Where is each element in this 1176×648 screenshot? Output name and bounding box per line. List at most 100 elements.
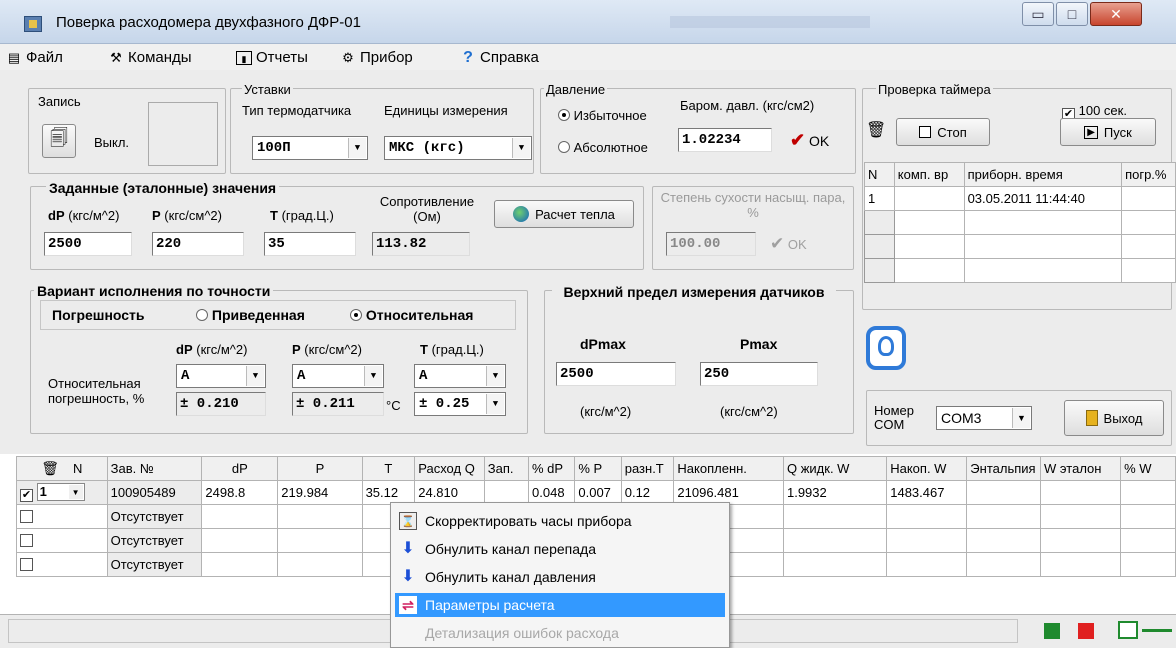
barom-ok-label: OK — [808, 133, 830, 149]
table-row[interactable] — [864, 258, 1176, 283]
t-error-value: ± 0.25 — [419, 396, 470, 412]
cell-accw: 1483.467 — [886, 480, 968, 505]
meters-col-pdp[interactable]: % dP — [528, 456, 576, 481]
menu-item-reset-diff[interactable]: ⬇ Обнулить канал перепада — [395, 537, 725, 561]
meters-col-serial[interactable]: Зав. № — [106, 456, 203, 481]
meters-col-n[interactable]: 🗑 N — [16, 456, 108, 481]
close-button[interactable]: ✕ — [1090, 2, 1142, 26]
play-icon: ▶ — [1084, 125, 1098, 139]
timer-col-err: погр.% — [1121, 162, 1176, 187]
trash-icon[interactable]: 🗑 — [866, 120, 886, 140]
meters-col-dp[interactable]: dP — [201, 456, 279, 481]
dpmax-input[interactable]: 2500 — [556, 362, 676, 386]
menu-file-label: Файл — [26, 49, 63, 66]
timer-col-comp: комп. вр — [893, 162, 965, 187]
meters-header-row: 🗑 N Зав. № dP P T Расход Q Зап. % dP % P … — [16, 456, 1176, 481]
row-checkbox[interactable]: ✔ — [20, 488, 33, 502]
menu-device[interactable]: ⚙ Прибор — [340, 49, 413, 66]
timer-cell — [893, 210, 965, 235]
barom-label: Бaром. давл. (кгс/см2) — [680, 98, 815, 113]
t-input[interactable]: 35 — [264, 232, 356, 256]
timer-start-button[interactable]: ▶ Пуск — [1060, 118, 1156, 146]
dp-class-select[interactable]: A ▼ — [176, 364, 266, 388]
p-class-value: A — [297, 368, 306, 384]
meters-col-pw[interactable]: % W — [1120, 456, 1176, 481]
row-select-cell[interactable] — [16, 528, 108, 553]
dp-input[interactable]: 2500 — [44, 232, 132, 256]
dryness-input[interactable]: 100.00 — [666, 232, 756, 256]
barom-input[interactable]: 1.02234 — [678, 128, 772, 152]
sensor-type-select[interactable]: 100П ▼ — [252, 136, 368, 160]
menu-reports[interactable]: ▮ Отчеты — [236, 49, 308, 66]
menu-item-adjust-clock[interactable]: ⌛ Скорректировать часы прибора — [395, 509, 725, 533]
menu-file[interactable]: ▤ Файл — [6, 49, 63, 66]
relative-error-label: Относительная погрешность, % — [48, 376, 145, 406]
row-select-cell[interactable] — [16, 552, 108, 577]
cell-dp: 2498.8 — [201, 480, 279, 505]
table-row[interactable] — [864, 234, 1176, 259]
acc-t-header: T (град.Ц.) — [420, 342, 484, 357]
dryness-ok-button[interactable]: ✔ OK — [770, 234, 807, 254]
radio-reduced[interactable]: Приведенная — [196, 307, 305, 323]
error-type-label: Погрешность — [52, 307, 145, 323]
row-select-cell[interactable]: ✔ 1 ▼ — [16, 480, 108, 505]
meters-col-q[interactable]: Расход Q — [414, 456, 485, 481]
menu-item-calc-params[interactable]: ⇌ Параметры расчета — [395, 593, 725, 617]
cell-wref — [1040, 528, 1122, 553]
menu-commands[interactable]: ⚒ Команды — [108, 49, 191, 66]
p-input[interactable]: 220 — [152, 232, 244, 256]
meters-col-zap[interactable]: Зап. — [483, 456, 530, 481]
row-select-cell[interactable] — [16, 504, 108, 529]
pmax-label: Pmax — [740, 336, 778, 352]
menu-item-reset-pressure[interactable]: ⬇ Обнулить канал давления — [395, 565, 725, 589]
meters-col-qw[interactable]: Q жидк. W — [782, 456, 888, 481]
cell-p: 219.984 — [277, 480, 363, 505]
cell-q: 24.810 — [414, 480, 485, 505]
meters-col-t[interactable]: T — [361, 456, 416, 481]
units-select[interactable]: МКС (кгс) ▼ — [384, 136, 532, 160]
row-checkbox[interactable] — [20, 558, 33, 571]
maximize-button[interactable]: □ — [1056, 2, 1088, 26]
cell-pdp: 0.048 — [528, 480, 576, 505]
menu-help[interactable]: ? Справка — [460, 49, 539, 66]
radio-excess[interactable]: Избыточное — [558, 108, 647, 123]
exit-button[interactable]: Выход — [1064, 400, 1164, 436]
trash-icon[interactable]: 🗑 — [41, 460, 59, 476]
meters-col-wref[interactable]: W эталон — [1040, 456, 1122, 481]
timer-stop-label: Стоп — [937, 124, 967, 140]
document-icon: ▤ — [7, 49, 21, 65]
meters-col-p[interactable]: P — [277, 456, 363, 481]
exit-label: Выход — [1103, 410, 1143, 426]
barom-ok-button[interactable]: ✔ OK — [790, 130, 829, 151]
pmax-input[interactable]: 250 — [700, 362, 818, 386]
row-checkbox[interactable] — [20, 534, 33, 547]
table-row[interactable]: ✔ 1 ▼ 100905489 2498.8 219.984 35.12 24.8… — [16, 480, 1176, 505]
com-select[interactable]: COM3 ▼ — [936, 406, 1032, 430]
calc-heat-button[interactable]: Расчет тепла — [494, 200, 634, 228]
clock-icon: ⌛ — [399, 512, 417, 530]
meters-col-dt[interactable]: разн.T — [620, 456, 675, 481]
meters-col-pp[interactable]: % P — [574, 456, 622, 481]
menu-item-label: Обнулить канал перепада — [425, 541, 596, 557]
row-checkbox[interactable] — [20, 510, 33, 523]
serial-cell: Отсутствует — [106, 552, 203, 577]
row-n-select[interactable]: 1 ▼ — [36, 483, 85, 502]
t-error-select[interactable]: ± 0.25 ▼ — [414, 392, 506, 416]
meters-col-acc[interactable]: Накопленн. — [673, 456, 784, 481]
p-header-unit: (кгс/см^2) — [164, 208, 222, 223]
menu-item-error-details[interactable]: Детализация ошибок расхода — [395, 621, 725, 645]
meters-col-accw[interactable]: Накоп. W — [886, 456, 968, 481]
cell-t: 35.12 — [361, 480, 416, 505]
p-class-select[interactable]: A ▼ — [292, 364, 384, 388]
radio-relative[interactable]: Относительная — [350, 307, 473, 323]
timer-stop-button[interactable]: Стоп — [896, 118, 990, 146]
table-row[interactable] — [864, 210, 1176, 235]
minimize-button[interactable]: ▭ — [1022, 2, 1054, 26]
radio-absolute[interactable]: Абсолютное — [558, 140, 648, 155]
record-button[interactable]: 🗐 — [42, 124, 76, 158]
table-row[interactable]: 1 03.05.2011 11:44:40 — [864, 186, 1176, 211]
t-class-select[interactable]: A ▼ — [414, 364, 506, 388]
settings-icon: ⇌ — [399, 596, 417, 614]
radio-reduced-mark — [196, 309, 208, 321]
meters-col-ent[interactable]: Энтальпия — [966, 456, 1042, 481]
